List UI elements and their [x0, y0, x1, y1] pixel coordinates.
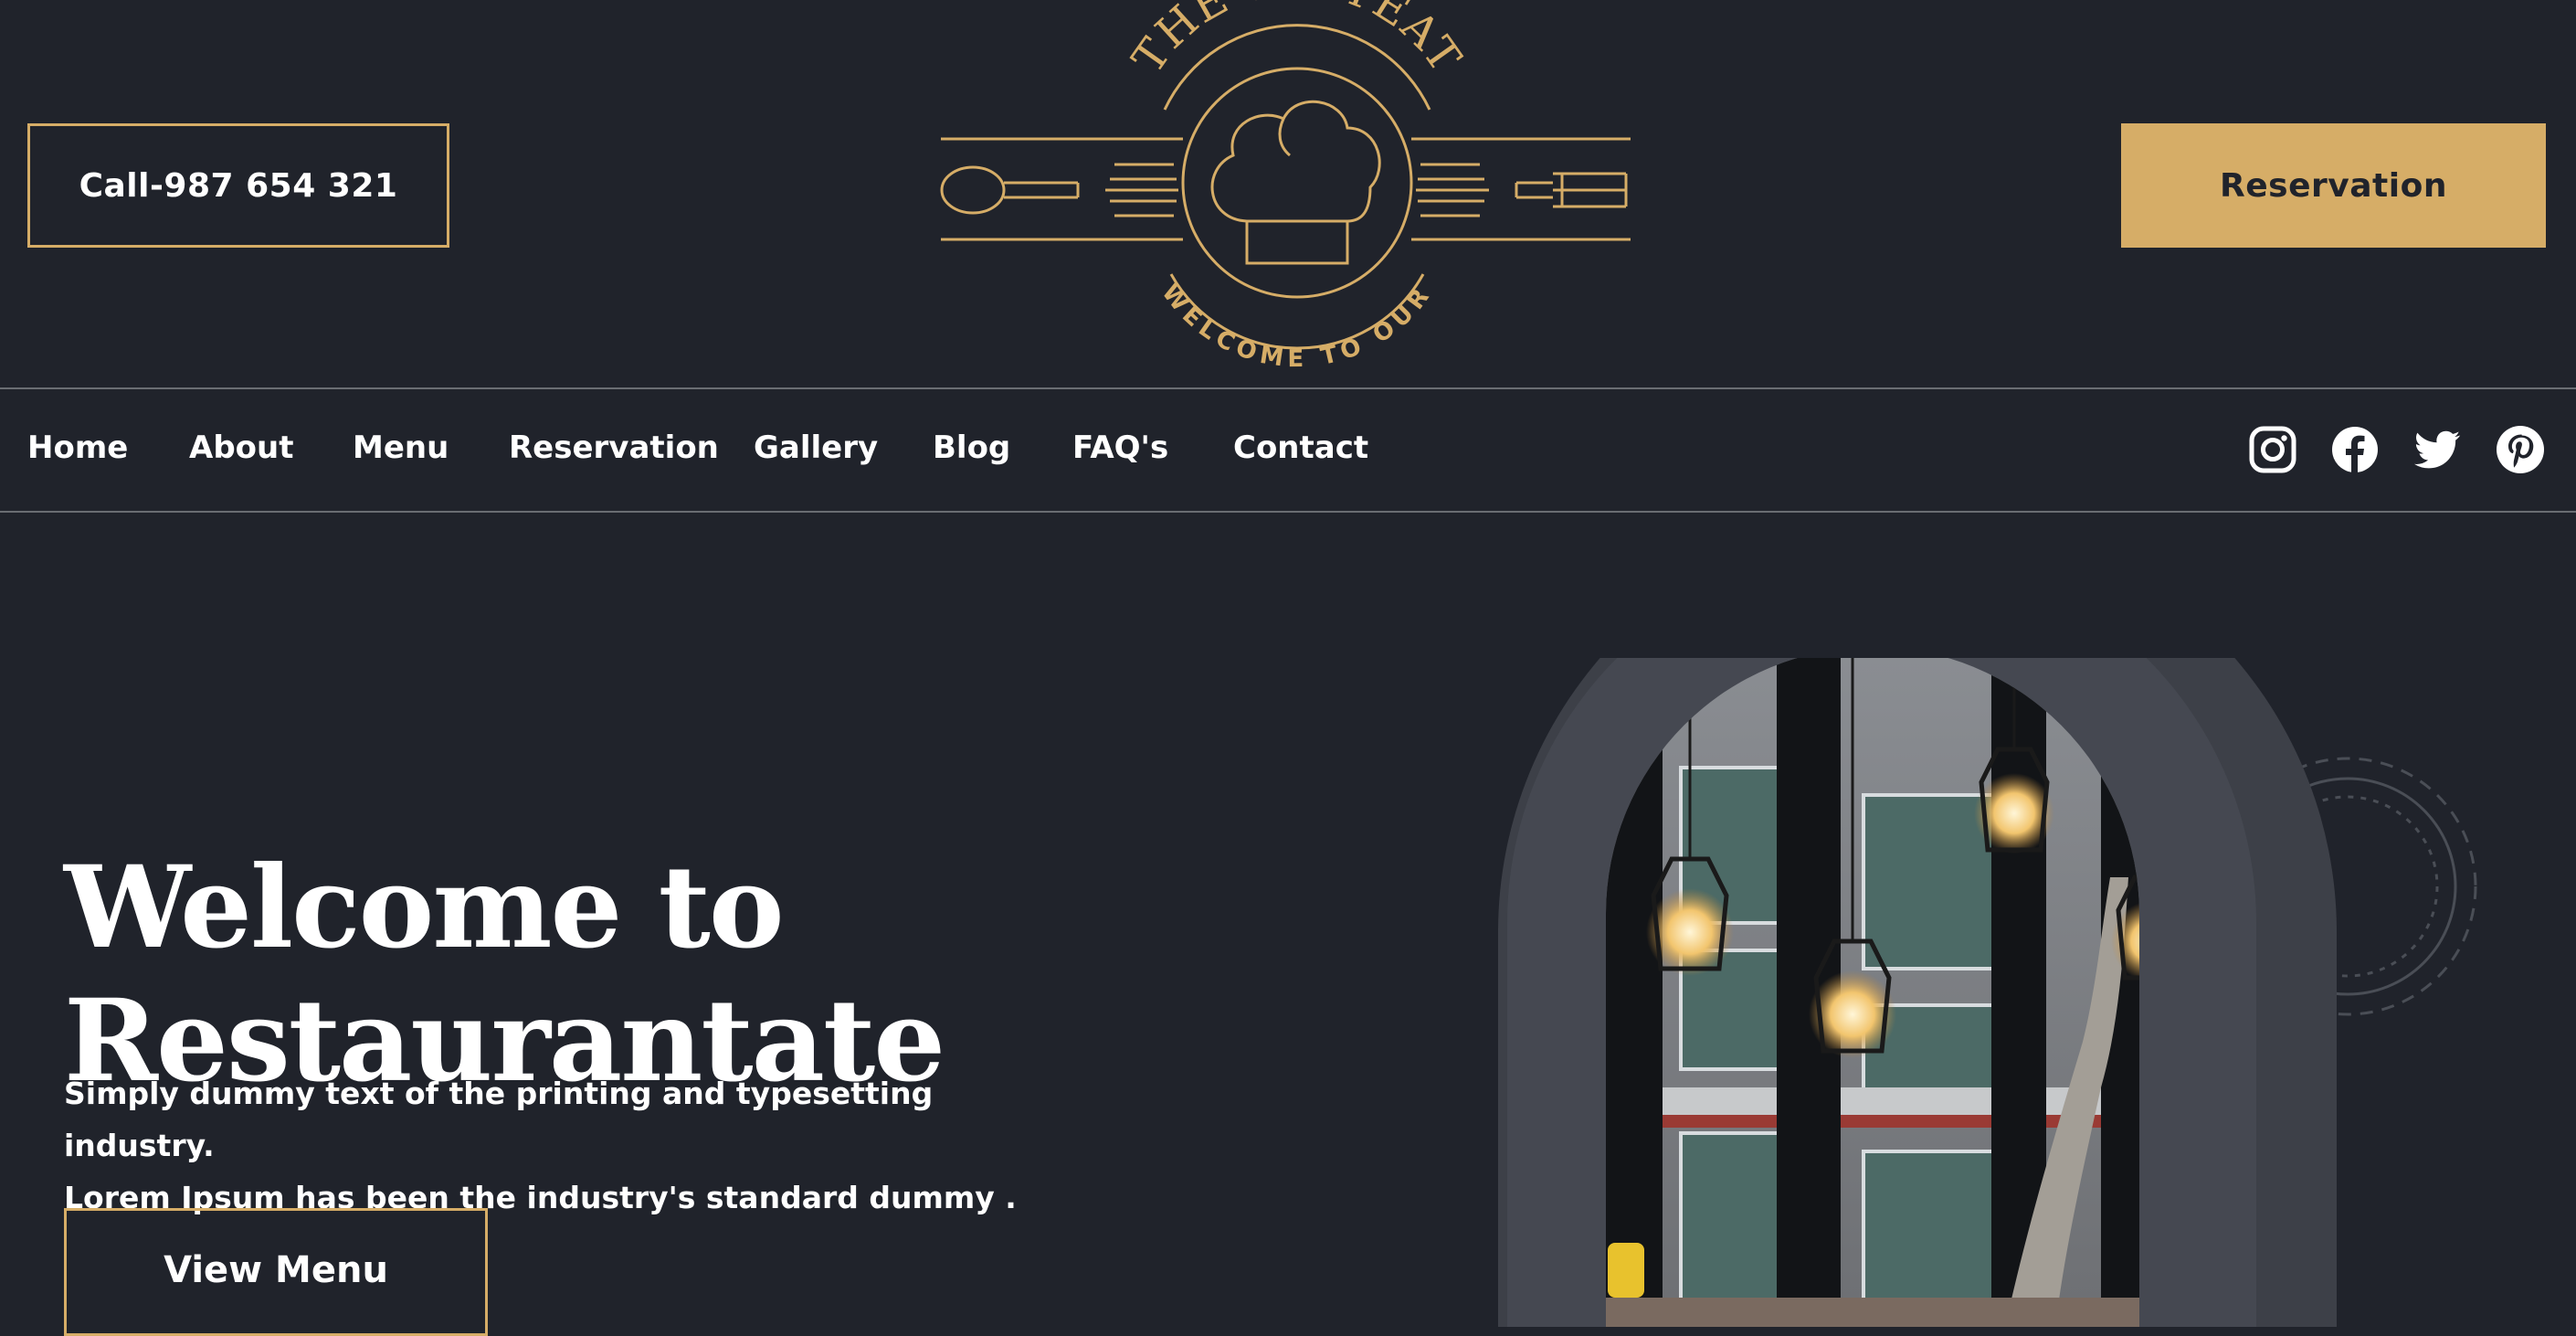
view-menu-button[interactable]: View Menu [64, 1208, 488, 1336]
nav-item-blog[interactable]: Blog [933, 429, 1010, 466]
pinterest-icon[interactable] [2495, 424, 2546, 475]
nav-item-about[interactable]: About [189, 429, 293, 466]
call-button[interactable]: Call-987 654 321 [27, 123, 449, 248]
nav-item-gallery[interactable]: Gallery [754, 429, 878, 466]
logo[interactable]: THE TASTEAT WELCOME TO OUR [932, 0, 1663, 375]
hero-image [1498, 658, 2521, 1327]
hero-description-line-1: Simply dummy text of the printing and ty… [64, 1076, 934, 1163]
facebook-icon[interactable] [2329, 424, 2381, 475]
site-header: Call-987 654 321 THE EAT WELCOME TO OUR … [0, 0, 2576, 387]
reservation-button[interactable]: Reservation [2121, 123, 2546, 248]
svg-text:WELCOME TO OUR: WELCOME TO OUR [1156, 280, 1439, 374]
nav-item-reservation[interactable]: Reservation [509, 429, 719, 466]
svg-text:THE TASTEAT: THE TASTEAT [1123, 0, 1472, 83]
tasteat-logo-icon: THE TASTEAT WELCOME TO OUR [940, 0, 1631, 374]
nav-item-contact[interactable]: Contact [1233, 429, 1368, 466]
twitter-icon[interactable] [2412, 424, 2463, 475]
nav-item-home[interactable]: Home [27, 429, 128, 466]
nav-item-faqs[interactable]: FAQ's [1072, 429, 1168, 466]
hero-description: Simply dummy text of the printing and ty… [64, 1067, 1069, 1224]
instagram-icon[interactable] [2247, 424, 2298, 475]
nav-item-menu[interactable]: Menu [353, 429, 449, 466]
hero-title-line-1: Welcome to [64, 842, 785, 975]
main-nav: Home About Menu Reservation Gallery Blog… [0, 387, 2576, 513]
